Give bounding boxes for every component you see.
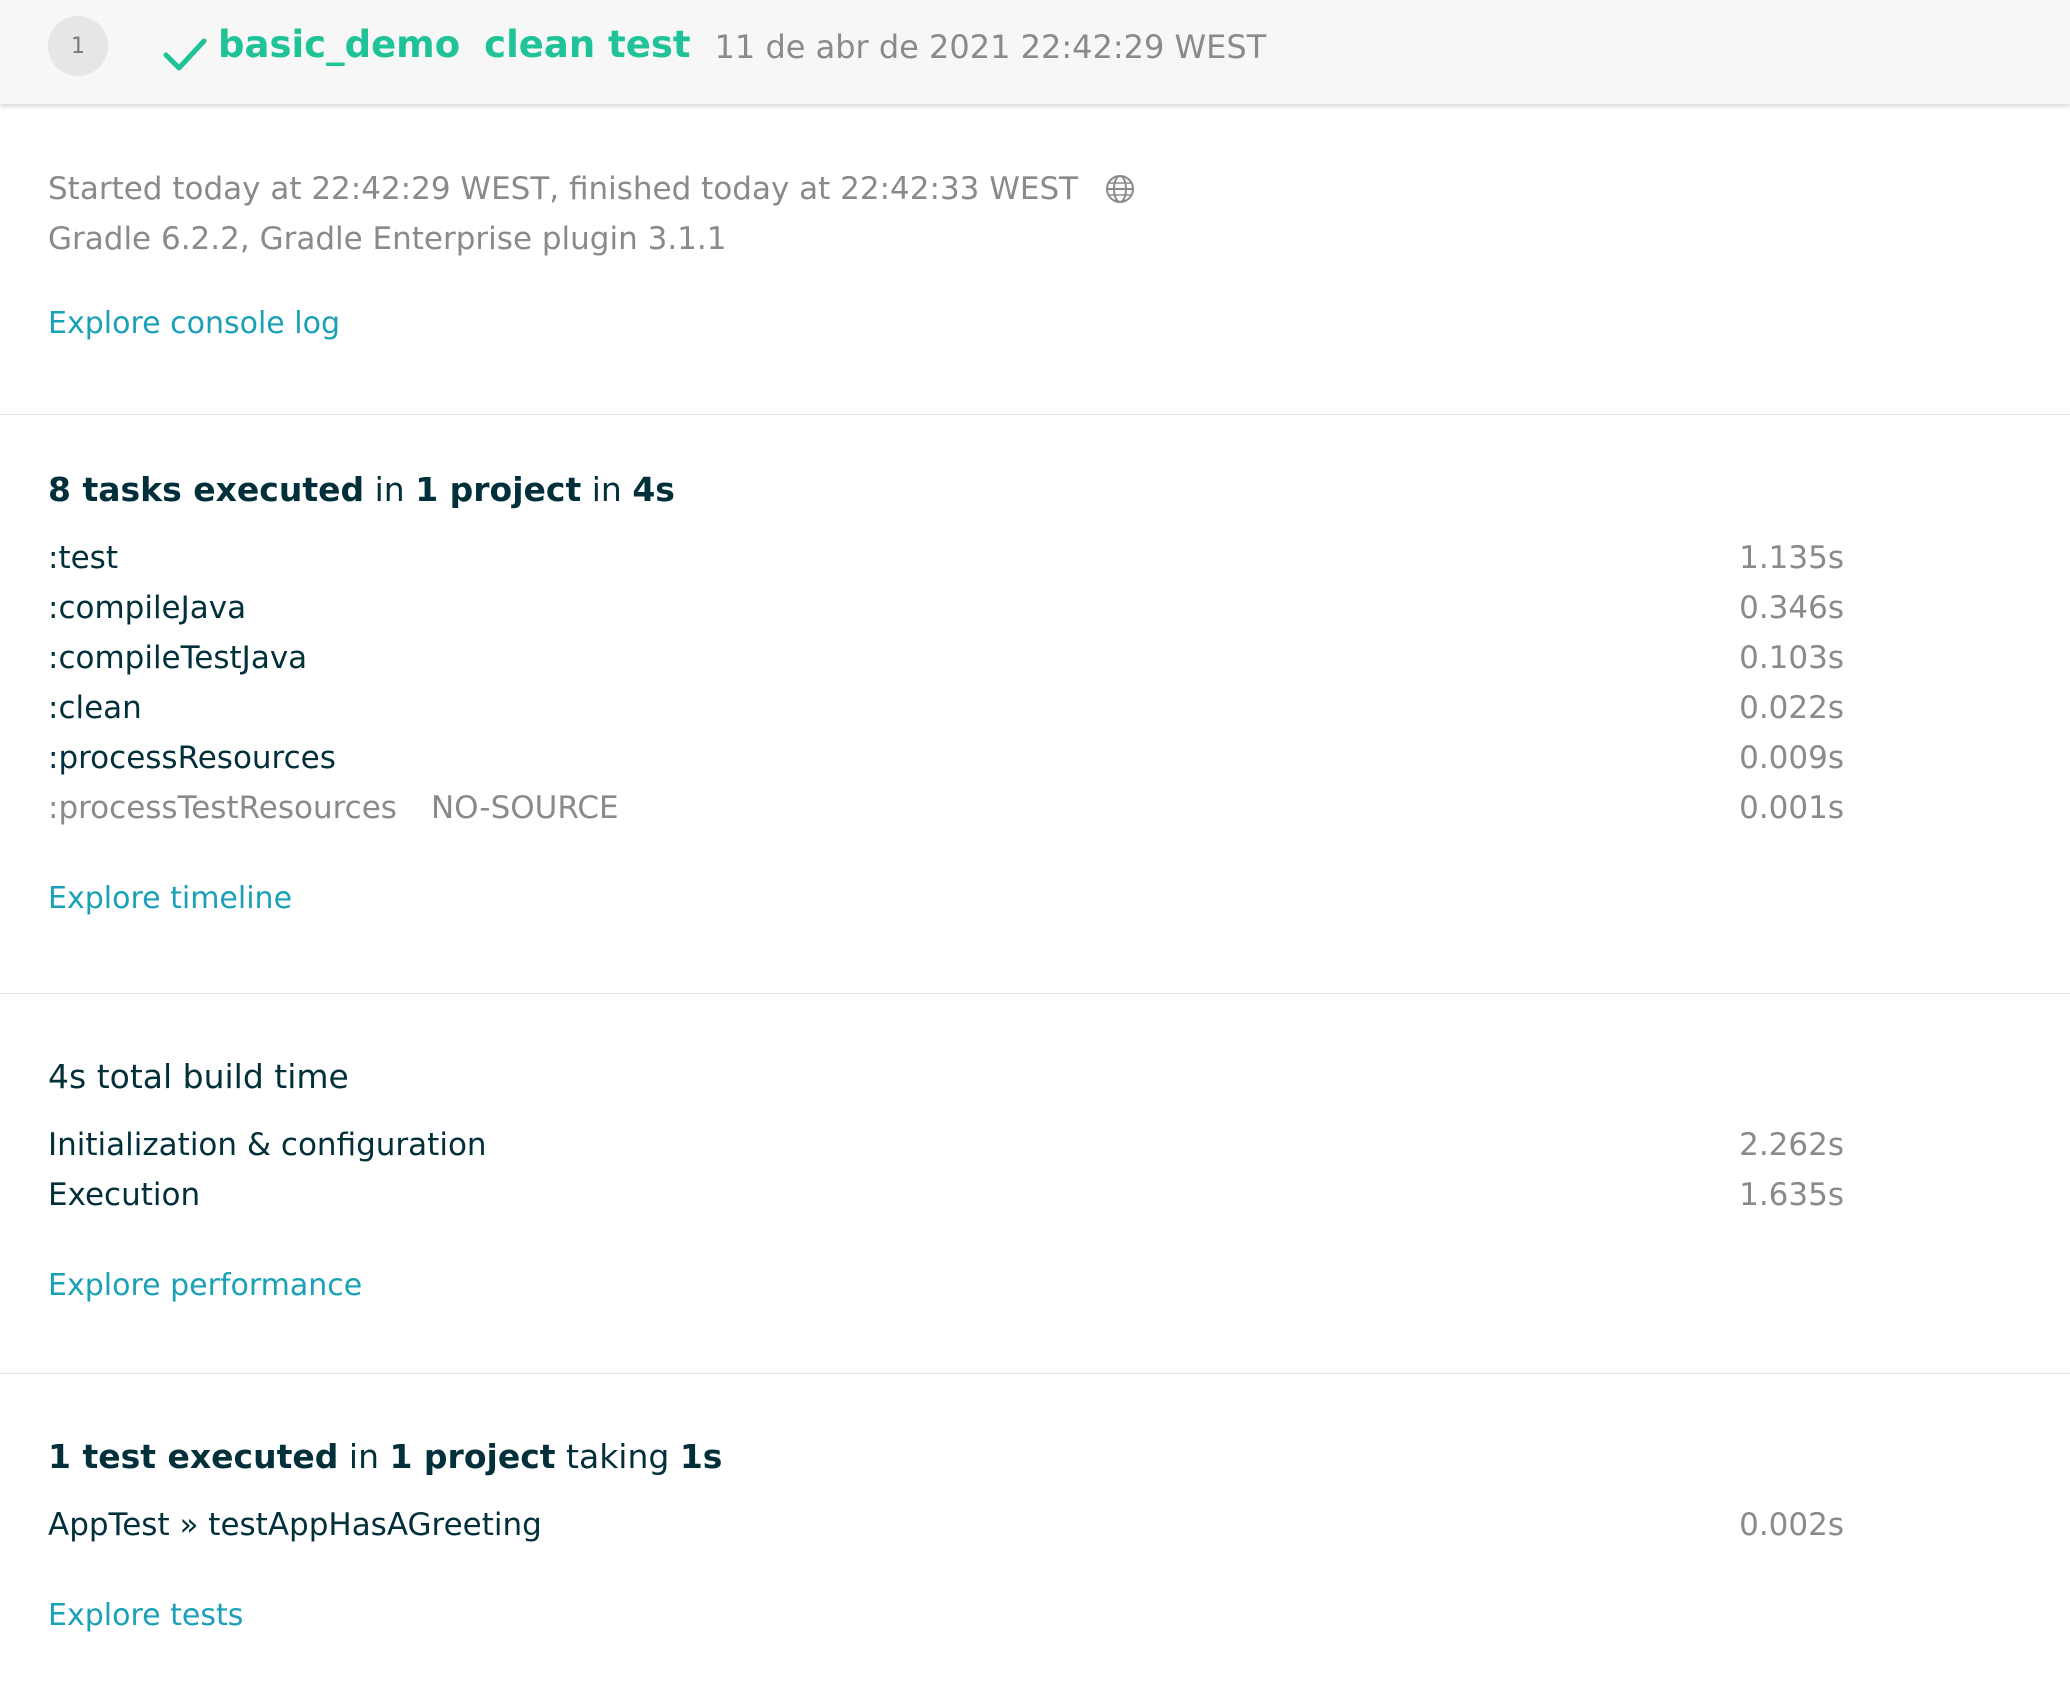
- build-timing-text: Started today at 22:42:29 WEST, finished…: [48, 171, 1079, 207]
- performance-phase-name: Execution: [48, 1177, 201, 1213]
- task-duration: 0.346s: [1739, 590, 1844, 626]
- task-name: :compileTestJava: [48, 640, 308, 676]
- task-name: :processTestResources: [48, 790, 397, 826]
- task-row[interactable]: :processResources 0.009s: [48, 733, 2022, 783]
- performance-total-time: 4s: [48, 1057, 87, 1096]
- task-duration: 0.009s: [1739, 740, 1844, 776]
- performance-phase-duration: 2.262s: [1739, 1127, 1844, 1163]
- tests-total-time: 1s: [679, 1437, 723, 1476]
- task-row[interactable]: :test 1.135s: [48, 533, 2022, 583]
- build-date: 11 de abr de 2021 22:42:29 WEST: [714, 28, 1267, 66]
- tasks-count: 8 tasks executed: [48, 470, 365, 509]
- explore-tests-link[interactable]: Explore tests: [48, 1598, 2022, 1633]
- task-name: :clean: [48, 690, 142, 726]
- tasks-total-time: 4s: [632, 470, 675, 509]
- performance-row: Initialization & configuration 2.262s: [48, 1120, 2022, 1170]
- tests-title-taking: taking: [555, 1437, 680, 1476]
- tests-summary-title: 1 test executed in 1 project taking 1s: [48, 1432, 2022, 1482]
- tests-count: 1 test executed: [48, 1437, 339, 1476]
- tasks-summary-title: 8 tasks executed in 1 project in 4s: [48, 465, 2022, 515]
- task-name: :compileJava: [48, 590, 247, 626]
- build-versions: Gradle 6.2.2, Gradle Enterprise plugin 3…: [48, 221, 727, 257]
- build-header: 1 basic_demo clean test 11 de abr de 202…: [0, 0, 2070, 104]
- tasks-section: 8 tasks executed in 1 project in 4s :tes…: [0, 415, 2070, 994]
- task-duration: 0.001s: [1739, 790, 1844, 826]
- tests-project-count: 1 project: [389, 1437, 556, 1476]
- task-list: :test 1.135s :compileJava 0.346s :compil…: [48, 533, 2022, 833]
- performance-summary-title: 4s total build time: [48, 1052, 2022, 1102]
- success-check-icon: [163, 38, 207, 71]
- build-timing: Started today at 22:42:29 WEST, finished…: [48, 164, 2022, 214]
- project-name[interactable]: basic_demo: [218, 23, 460, 66]
- explore-performance-link[interactable]: Explore performance: [48, 1268, 2022, 1303]
- test-name: AppTest » testAppHasAGreeting: [48, 1507, 542, 1543]
- tasks-title-in-2: in: [581, 470, 633, 509]
- tasks-title-in-1: in: [364, 470, 416, 509]
- test-list: AppTest » testAppHasAGreeting 0.002s: [48, 1500, 2022, 1550]
- performance-phase-name: Initialization & configuration: [48, 1127, 487, 1163]
- performance-row: Execution 1.635s: [48, 1170, 2022, 1220]
- performance-section: 4s total build time Initialization & con…: [0, 994, 2070, 1374]
- task-row[interactable]: :compileJava 0.346s: [48, 583, 2022, 633]
- task-row[interactable]: :clean 0.022s: [48, 683, 2022, 733]
- task-outcome-badge: NO-SOURCE: [430, 790, 619, 826]
- performance-title-text: total build time: [86, 1057, 349, 1096]
- tests-section: 1 test executed in 1 project taking 1s A…: [0, 1374, 2070, 1703]
- globe-icon[interactable]: [1104, 173, 1136, 205]
- tasks-project-count: 1 project: [415, 470, 582, 509]
- task-row[interactable]: :processTestResources NO-SOURCE 0.001s: [48, 783, 2022, 833]
- task-duration: 0.103s: [1739, 640, 1844, 676]
- explore-console-log-link[interactable]: Explore console log: [48, 306, 2022, 341]
- task-duration: 0.022s: [1739, 690, 1844, 726]
- task-duration: 1.135s: [1739, 540, 1844, 576]
- task-row[interactable]: :compileTestJava 0.103s: [48, 633, 2022, 683]
- test-duration: 0.002s: [1739, 1507, 1844, 1543]
- test-row[interactable]: AppTest » testAppHasAGreeting 0.002s: [48, 1500, 2022, 1550]
- performance-list: Initialization & configuration 2.262s Ex…: [48, 1120, 2022, 1220]
- tests-title-in: in: [338, 1437, 390, 1476]
- task-name: :processResources: [48, 740, 336, 776]
- task-name: :test: [48, 540, 118, 576]
- performance-phase-duration: 1.635s: [1739, 1177, 1844, 1213]
- build-number-badge: 1: [48, 16, 108, 76]
- requested-tasks[interactable]: clean test: [484, 23, 690, 66]
- build-info-section: Started today at 22:42:29 WEST, finished…: [0, 104, 2070, 415]
- explore-timeline-link[interactable]: Explore timeline: [48, 881, 2022, 916]
